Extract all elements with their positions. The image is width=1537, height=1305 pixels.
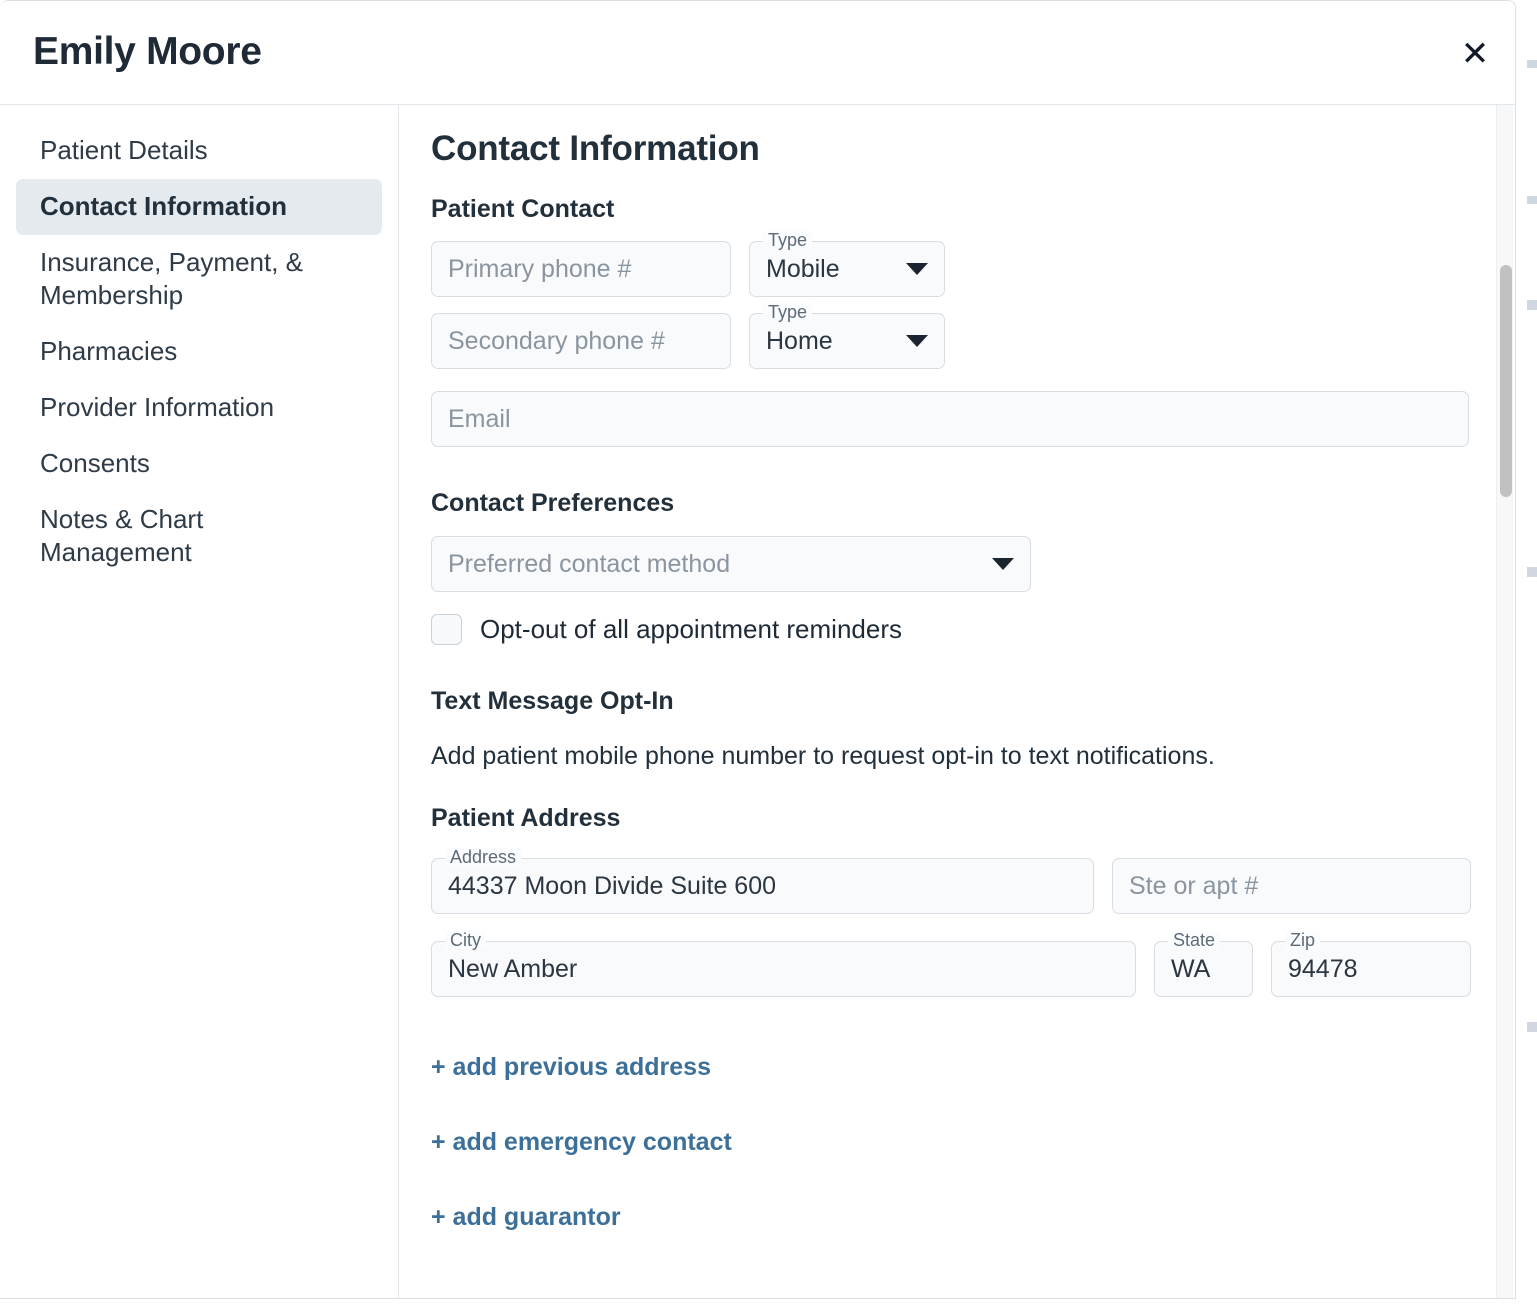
close-icon[interactable]: ✕ <box>1453 32 1497 76</box>
text-opt-in-heading: Text Message Opt-In <box>431 687 674 715</box>
background-accent-5 <box>1527 1022 1537 1032</box>
main-scrollbar-thumb[interactable] <box>1500 265 1512 497</box>
secondary-phone-type-select[interactable]: Type Home <box>749 303 945 369</box>
sidebar-item-notes-chart-management[interactable]: Notes & Chart Management <box>16 492 382 582</box>
primary-phone-type-select[interactable]: Type Mobile <box>749 231 945 297</box>
email-input[interactable]: Email <box>431 391 1469 447</box>
background-accent-3 <box>1527 300 1537 310</box>
address-input[interactable]: Address 44337 Moon Divide Suite 600 <box>431 848 1094 914</box>
primary-phone-type-value: Mobile <box>766 254 840 283</box>
contact-preferences-heading: Contact Preferences <box>431 489 675 517</box>
address-value: 44337 Moon Divide Suite 600 <box>448 871 777 900</box>
email-placeholder: Email <box>448 404 511 433</box>
address-row: Address 44337 Moon Divide Suite 600 Ste … <box>431 848 1515 914</box>
add-previous-address-link[interactable]: + add previous address <box>431 1053 1515 1082</box>
secondary-phone-placeholder: Secondary phone # <box>448 326 665 355</box>
patient-chart-dialog: Emily Moore ✕ Patient Details Contact In… <box>0 0 1516 1299</box>
zip-label: Zip <box>1285 931 1321 949</box>
secondary-phone-type-value: Home <box>766 326 833 355</box>
sidebar-item-patient-details[interactable]: Patient Details <box>16 123 382 179</box>
primary-phone-type-label: Type <box>763 231 813 249</box>
main-scrollbar-track[interactable] <box>1496 105 1513 1298</box>
state-value: WA <box>1171 954 1211 983</box>
sidebar-item-pharmacies[interactable]: Pharmacies <box>16 324 382 380</box>
chevron-down-icon <box>992 558 1014 570</box>
sidebar-item-contact-information[interactable]: Contact Information <box>16 178 382 235</box>
zip-input[interactable]: Zip 94478 <box>1271 931 1471 997</box>
city-value: New Amber <box>448 954 578 983</box>
suite-apt-input[interactable]: Ste or apt # <box>1112 858 1471 914</box>
preferred-contact-method-select[interactable]: Preferred contact method <box>431 536 1031 592</box>
secondary-phone-type-label: Type <box>763 303 813 321</box>
preferred-contact-method-placeholder: Preferred contact method <box>448 549 731 578</box>
sidebar-item-provider-information[interactable]: Provider Information <box>16 380 382 436</box>
background-accent-1 <box>1527 60 1537 68</box>
primary-phone-row: Primary phone # Type Mobile <box>431 231 1515 297</box>
patient-address-heading: Patient Address <box>431 804 621 832</box>
state-label: State <box>1168 931 1221 949</box>
section-title: Contact Information <box>431 129 760 168</box>
optout-reminders-label: Opt-out of all appointment reminders <box>480 614 902 644</box>
city-label: City <box>445 931 486 949</box>
sidebar-item-consents[interactable]: Consents <box>16 436 382 492</box>
address-label: Address <box>445 848 522 866</box>
city-state-zip-row: City New Amber State WA Zip 94478 <box>431 931 1515 997</box>
chart-sidebar: Patient Details Contact Information Insu… <box>0 105 399 1298</box>
background-accent-4 <box>1527 567 1537 577</box>
zip-value: 94478 <box>1288 954 1358 983</box>
contact-information-pane: Contact Information Patient Contact Prim… <box>399 105 1515 1298</box>
chevron-down-icon <box>906 335 928 347</box>
optout-reminders-row: Opt-out of all appointment reminders <box>431 614 1515 645</box>
primary-phone-placeholder: Primary phone # <box>448 254 632 283</box>
patient-contact-heading: Patient Contact <box>431 195 615 223</box>
chevron-down-icon <box>906 263 928 275</box>
dialog-titlebar: Emily Moore ✕ <box>0 1 1515 105</box>
sidebar-item-insurance-payment-membership[interactable]: Insurance, Payment, & Membership <box>16 235 382 325</box>
city-input[interactable]: City New Amber <box>431 931 1136 997</box>
secondary-phone-row: Secondary phone # Type Home <box>431 303 1515 369</box>
optout-reminders-checkbox[interactable] <box>431 614 462 645</box>
suite-apt-placeholder: Ste or apt # <box>1129 871 1259 900</box>
add-guarantor-link[interactable]: + add guarantor <box>431 1203 1515 1232</box>
background-accent-2 <box>1527 196 1537 204</box>
state-input[interactable]: State WA <box>1154 931 1253 997</box>
add-emergency-contact-link[interactable]: + add emergency contact <box>431 1128 1515 1157</box>
secondary-phone-input[interactable]: Secondary phone # <box>431 313 731 369</box>
dialog-body: Patient Details Contact Information Insu… <box>0 105 1515 1298</box>
primary-phone-input[interactable]: Primary phone # <box>431 241 731 297</box>
text-opt-in-description: Add patient mobile phone number to reque… <box>431 742 1215 770</box>
page-title: Emily Moore <box>33 30 262 73</box>
